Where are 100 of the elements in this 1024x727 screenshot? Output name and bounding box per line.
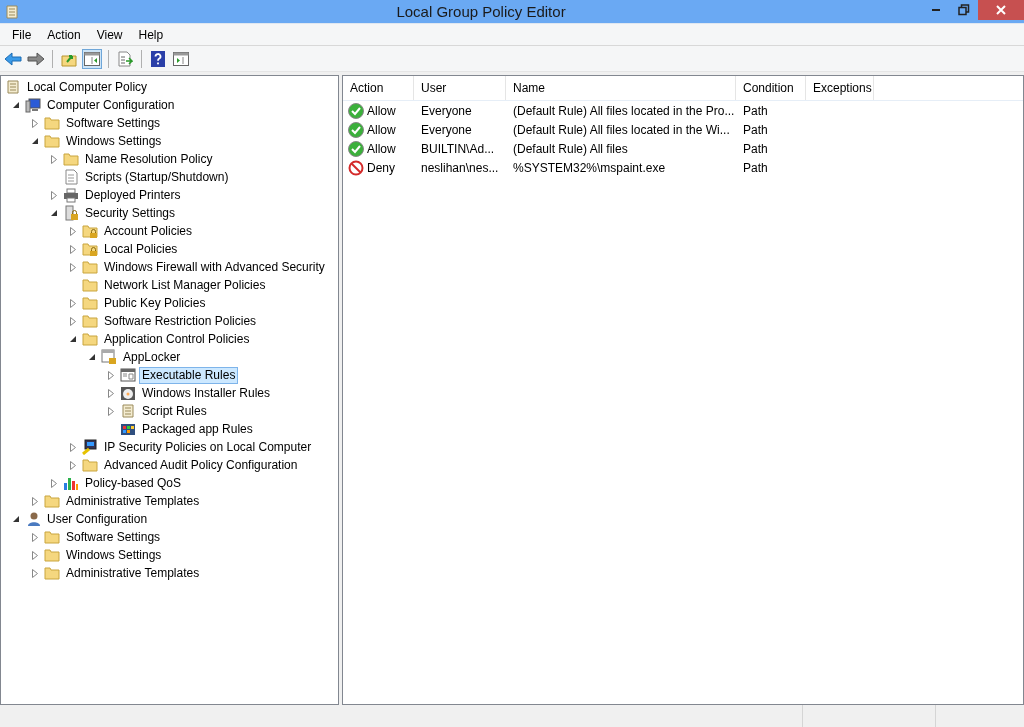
collapsed-arrow-icon[interactable] [106, 388, 115, 398]
tree-item[interactable]: Advanced Audit Policy Configuration [101, 456, 301, 474]
restore-icon [958, 4, 970, 16]
export-list-icon [117, 50, 133, 67]
collapsed-arrow-icon[interactable] [68, 460, 77, 470]
expanded-arrow-icon[interactable] [87, 352, 96, 362]
close-icon [996, 5, 1006, 15]
collapsed-arrow-icon[interactable] [49, 190, 58, 200]
folder-icon [44, 547, 60, 563]
tree-item[interactable]: Windows Firewall with Advanced Security [101, 258, 328, 276]
locked-folder-icon [82, 223, 98, 239]
collapsed-arrow-icon[interactable] [68, 298, 77, 308]
tree-item[interactable]: Account Policies [101, 222, 196, 240]
column-header[interactable]: Action [343, 76, 414, 100]
collapsed-arrow-icon[interactable] [30, 568, 39, 578]
tree-item[interactable]: Deployed Printers [82, 186, 184, 204]
menu-item[interactable]: Action [39, 27, 89, 42]
check-circle-icon [348, 121, 364, 138]
toolbar-button[interactable] [148, 48, 168, 69]
tree-item[interactable]: Software Restriction Policies [101, 312, 260, 330]
folder-icon [63, 151, 79, 167]
toolbar-button[interactable] [82, 48, 102, 69]
app-grid-icon [120, 421, 136, 437]
tree-item[interactable]: Windows Installer Rules [139, 384, 274, 402]
tree-item[interactable]: Network List Manager Policies [101, 276, 269, 294]
printer-icon [63, 187, 79, 203]
collapsed-arrow-icon[interactable] [68, 262, 77, 272]
collapsed-arrow-icon[interactable] [68, 316, 77, 326]
back-arrow-icon [4, 51, 22, 66]
collapsed-arrow-icon[interactable] [106, 370, 115, 380]
tree-item[interactable]: Computer Configuration [44, 96, 178, 114]
collapsed-arrow-icon[interactable] [49, 154, 58, 164]
collapsed-arrow-icon[interactable] [30, 118, 39, 128]
folder-icon [82, 457, 98, 473]
collapsed-arrow-icon[interactable] [68, 442, 77, 452]
expanded-arrow-icon[interactable] [49, 208, 58, 218]
tree-item[interactable]: Windows Settings [63, 132, 165, 150]
column-header[interactable]: User [414, 76, 506, 100]
collapsed-arrow-icon[interactable] [106, 406, 115, 416]
folder-icon [82, 259, 98, 275]
tree-item[interactable]: Windows Settings [63, 546, 165, 564]
table-cell: (Default Rule) All files [513, 141, 628, 156]
collapsed-arrow-icon[interactable] [68, 244, 77, 254]
tree-item[interactable]: Software Settings [63, 114, 164, 132]
forward-arrow-icon [27, 51, 45, 66]
tree-item[interactable]: AppLocker [120, 348, 184, 366]
collapsed-arrow-icon[interactable] [30, 496, 39, 506]
scroll-icon [4, 3, 20, 20]
folder-icon [44, 565, 60, 581]
tree-item[interactable]: Policy-based QoS [82, 474, 185, 492]
tree-item[interactable]: Local Policies [101, 240, 181, 258]
close-button[interactable] [978, 0, 1024, 20]
window-icon [120, 367, 136, 383]
table-cell: Deny [367, 160, 395, 175]
table-cell: (Default Rule) All files located in the Wi... [513, 122, 730, 137]
tree-item[interactable]: Administrative Templates [63, 564, 203, 582]
expanded-arrow-icon[interactable] [11, 514, 20, 524]
tree-item[interactable]: Scripts (Startup/Shutdown) [82, 168, 232, 186]
tree-item[interactable]: Administrative Templates [63, 492, 203, 510]
tree-item[interactable]: Local Computer Policy [24, 78, 151, 96]
table-cell: Allow [367, 103, 396, 118]
menu-item[interactable]: View [88, 27, 131, 42]
tree-item[interactable]: User Configuration [44, 510, 151, 528]
expanded-arrow-icon[interactable] [11, 100, 20, 110]
tree-item[interactable]: Packaged app Rules [139, 420, 256, 438]
computer-icon [25, 97, 41, 113]
column-header[interactable]: Condition [736, 76, 806, 100]
pane-icon [173, 51, 189, 66]
column-header[interactable]: Name [506, 76, 736, 100]
pane-icon [84, 51, 100, 66]
folder-icon [44, 133, 60, 149]
tree-item[interactable]: Security Settings [82, 204, 179, 222]
folder-icon [82, 295, 98, 311]
tree-item[interactable]: Public Key Policies [101, 294, 209, 312]
tree-item[interactable]: IP Security Policies on Local Computer [101, 438, 315, 456]
tree-item[interactable]: Application Control Policies [101, 330, 253, 348]
tree-item[interactable]: Script Rules [139, 402, 210, 420]
table-cell: Path [743, 122, 768, 137]
collapsed-arrow-icon[interactable] [30, 532, 39, 542]
locked-folder-icon [82, 241, 98, 257]
collapsed-arrow-icon[interactable] [68, 226, 77, 236]
tree-item[interactable]: Name Resolution Policy [82, 150, 216, 168]
window-title: Local Group Policy Editor [396, 3, 566, 20]
tree-item[interactable]: Executable Rules [139, 366, 239, 384]
scroll-icon [120, 403, 136, 419]
folder-icon [82, 331, 98, 347]
table-cell: Path [743, 141, 768, 156]
expanded-arrow-icon[interactable] [68, 334, 77, 344]
table-cell: Everyone [421, 103, 472, 118]
expanded-arrow-icon[interactable] [30, 136, 39, 146]
window-lock-icon [101, 349, 117, 365]
collapsed-arrow-icon[interactable] [30, 550, 39, 560]
table-cell: Allow [367, 141, 396, 156]
column-header[interactable]: Exceptions [806, 76, 874, 100]
collapsed-arrow-icon[interactable] [49, 478, 58, 488]
folder-icon [82, 277, 98, 293]
table-cell: Everyone [421, 122, 472, 137]
menu-item[interactable]: Help [130, 27, 172, 42]
tree-item[interactable]: Software Settings [63, 528, 164, 546]
menu-item[interactable]: File [4, 27, 40, 42]
